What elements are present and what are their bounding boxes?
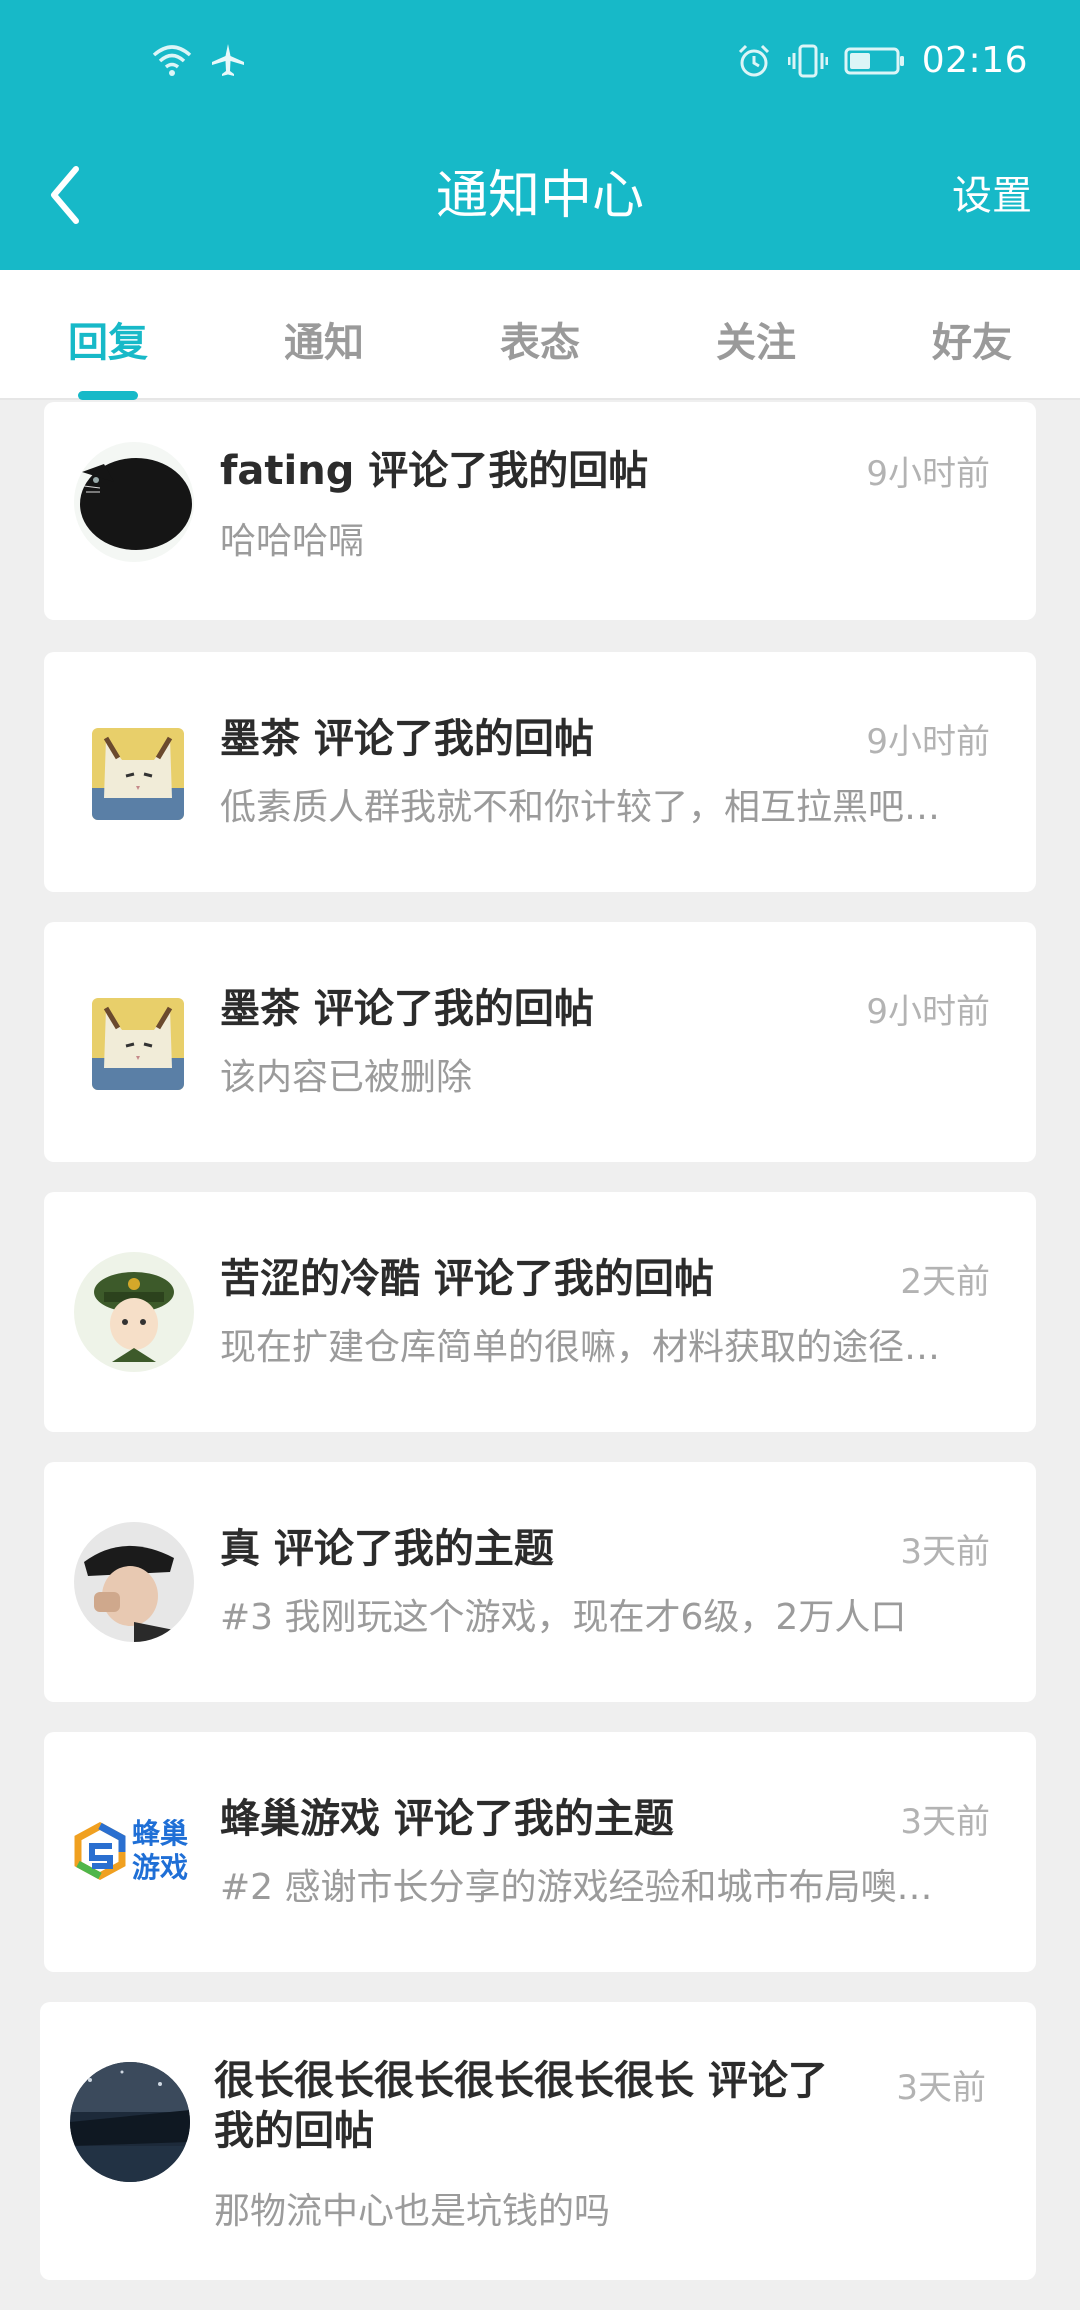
notification-title-line2: 我的回帖: [214, 2108, 374, 2154]
notification-body: 哈哈哈嗝: [220, 521, 365, 562]
list-item[interactable]: 蜂巢 游戏 蜂巢游戏 评论了我的主题 #2 感谢市长分享的游戏经验和城市布局噢……: [44, 1732, 1036, 1972]
notification-body: 现在扩建仓库简单的很嘛，材料获取的途径…: [220, 1327, 941, 1368]
notification-time: 9小时前: [866, 722, 990, 762]
list-item[interactable]: 很长很长很长很长很长很长 评论了 我的回帖 那物流中心也是坑钱的吗 3天前: [40, 2002, 1036, 2280]
notification-body: #2 感谢市长分享的游戏经验和城市布局噢…: [220, 1867, 933, 1908]
fengchao-logo: 蜂巢 游戏: [74, 1818, 194, 1888]
navbar: 通知中心 设置: [0, 125, 1080, 270]
list-item[interactable]: 苦涩的冷酷 评论了我的回帖 现在扩建仓库简单的很嘛，材料获取的途径… 2天前: [44, 1192, 1036, 1432]
tab-follow[interactable]: 关注: [648, 310, 864, 368]
notification-time: 2天前: [900, 1262, 990, 1302]
airplane-icon: [212, 44, 244, 76]
notification-title: 墨茶 评论了我的回帖: [220, 716, 594, 762]
tab-bar: 回复 通知 表态 关注 好友: [0, 270, 1080, 400]
notification-title: 墨茶 评论了我的回帖: [220, 986, 594, 1032]
notification-body: 那物流中心也是坑钱的吗: [214, 2191, 611, 2232]
list-item[interactable]: fating 评论了我的回帖 哈哈哈嗝 9小时前: [44, 402, 1036, 620]
tab-notice[interactable]: 通知: [216, 310, 432, 368]
cat-avatar: [92, 998, 184, 1090]
status-time: 02:16: [921, 40, 1028, 81]
notification-time: 3天前: [900, 1802, 990, 1842]
status-bar: 02:16: [0, 0, 1080, 125]
notification-time: 3天前: [900, 1532, 990, 1572]
notification-time: 9小时前: [866, 992, 990, 1032]
tab-friends[interactable]: 好友: [864, 310, 1080, 368]
app-header: 02:16 通知中心 设置: [0, 0, 1080, 270]
wifi-icon: [152, 45, 192, 76]
tab-reaction[interactable]: 表态: [432, 310, 648, 368]
logo-text-bottom: 游戏: [132, 1851, 189, 1884]
tab-reply[interactable]: 回复: [0, 310, 216, 368]
night-scene-avatar: [70, 2062, 190, 2182]
notification-body: #3 我刚玩这个游戏，现在才6级，2万人口: [220, 1597, 907, 1638]
page-title: 通知中心: [435, 166, 644, 226]
officer-avatar: [74, 1252, 194, 1372]
person-avatar: [74, 1522, 194, 1642]
logo-text-top: 蜂巢: [132, 1817, 189, 1850]
notification-title: fating 评论了我的回帖: [220, 448, 649, 494]
black-cat-avatar: [74, 442, 194, 562]
notification-time: 3天前: [896, 2068, 986, 2108]
list-item[interactable]: 墨茶 评论了我的回帖 该内容已被删除 9小时前: [44, 922, 1036, 1162]
cat-avatar: [92, 728, 184, 820]
battery-icon: [844, 47, 904, 74]
notification-title: 蜂巢游戏 评论了我的主题: [220, 1796, 674, 1842]
active-tab-indicator: [78, 391, 138, 400]
hexagon-logo-icon: [74, 1822, 126, 1880]
notification-body: 该内容已被删除: [220, 1057, 473, 1098]
notification-body: 低素质人群我就不和你计较了，相互拉黑吧…: [220, 787, 941, 828]
alarm-icon: [738, 44, 769, 76]
notification-title: 苦涩的冷酷 评论了我的回帖: [220, 1256, 714, 1302]
notification-time: 9小时前: [866, 454, 990, 494]
notification-title: 很长很长很长很长很长很长 评论了 我的回帖: [214, 2056, 854, 2156]
notification-title-line1: 很长很长很长很长很长很长 评论了: [214, 2058, 828, 2104]
list-item[interactable]: 真 评论了我的主题 #3 我刚玩这个游戏，现在才6级，2万人口 3天前: [44, 1462, 1036, 1702]
list-item[interactable]: 墨茶 评论了我的回帖 低素质人群我就不和你计较了，相互拉黑吧… 9小时前: [44, 652, 1036, 892]
notification-title: 真 评论了我的主题: [220, 1526, 554, 1572]
settings-button[interactable]: 设置: [952, 163, 1032, 221]
vibrate-icon: [787, 44, 828, 77]
